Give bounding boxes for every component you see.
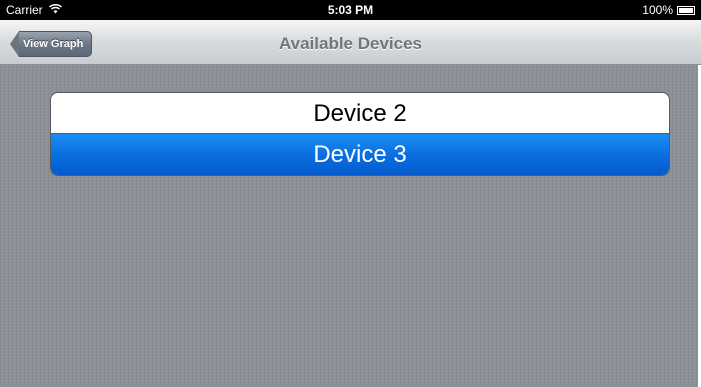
battery-icon bbox=[677, 5, 695, 15]
battery-percent: 100% bbox=[642, 3, 673, 17]
device-list: Device 2 Device 3 bbox=[50, 92, 670, 176]
status-time: 5:03 PM bbox=[327, 3, 374, 17]
status-right: 100% bbox=[642, 3, 695, 17]
device-row-device-3[interactable]: Device 3 bbox=[51, 134, 669, 175]
page-title: Available Devices bbox=[278, 34, 422, 53]
navigation-bar: View Graph Available Devices bbox=[0, 20, 701, 65]
device-row-device-2[interactable]: Device 2 bbox=[51, 93, 669, 134]
status-bar: Carrier 5:03 PM 100% bbox=[0, 0, 701, 20]
content-area: Device 2 Device 3 bbox=[0, 65, 701, 387]
